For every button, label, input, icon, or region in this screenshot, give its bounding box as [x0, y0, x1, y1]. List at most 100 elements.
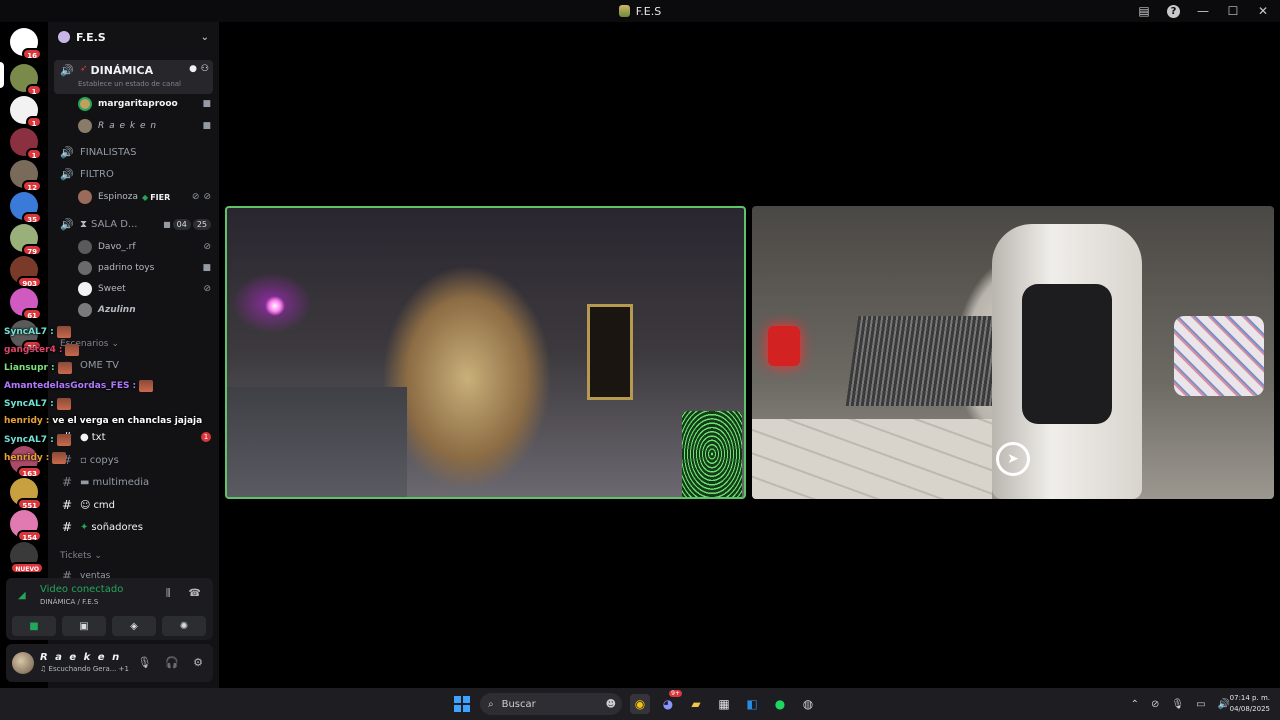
- server-badge: 903: [17, 276, 42, 288]
- server-icon[interactable]: 35: [10, 192, 42, 224]
- speaker-icon: 🔊: [60, 145, 74, 159]
- server-icon[interactable]: NUEVO: [10, 542, 44, 574]
- windows-icon: [454, 696, 470, 712]
- activities-button[interactable]: ◈: [112, 616, 156, 636]
- document-icon: ▫: [80, 454, 87, 466]
- chevron-up-icon[interactable]: ⌃: [1131, 699, 1139, 710]
- file-explorer-icon[interactable]: ▰: [686, 694, 706, 714]
- channel-cmd[interactable]: # ☺ cmd: [48, 497, 219, 513]
- voice-channel-finalistas[interactable]: 🔊 FINALISTAS: [48, 144, 219, 160]
- voice-status-title[interactable]: Video conectado: [40, 584, 123, 595]
- voice-user[interactable]: Sweet ⊘: [48, 281, 219, 297]
- avatar: [78, 97, 92, 111]
- chat-separator: :: [132, 381, 137, 391]
- camera-icon: ■: [202, 99, 211, 109]
- close-button[interactable]: ✕: [1256, 4, 1270, 18]
- add-user-icon[interactable]: ⚇: [201, 64, 209, 74]
- microphone-icon[interactable]: 🎙: [137, 656, 151, 669]
- voice-user[interactable]: Azulinn: [48, 302, 219, 318]
- server-icon[interactable]: 1: [10, 64, 42, 96]
- volume-icon[interactable]: 🔊: [1218, 699, 1230, 710]
- server-header[interactable]: F.E.S ⌄: [48, 22, 219, 52]
- mic-muted-icon: ⊘: [203, 242, 211, 252]
- inbox-icon[interactable]: ▤: [1137, 4, 1151, 18]
- server-icon[interactable]: 551: [10, 478, 42, 510]
- video-tile[interactable]: ➤: [752, 206, 1274, 499]
- video-scene: [1174, 316, 1264, 396]
- maximize-button[interactable]: ☐: [1226, 4, 1240, 18]
- voice-status-subtitle[interactable]: DINÁMICA / F.E.S: [40, 598, 98, 606]
- video-scene: [265, 296, 285, 316]
- chat-bubble-icon[interactable]: ●: [189, 64, 197, 74]
- server-icon[interactable]: 1: [10, 96, 42, 128]
- store-icon[interactable]: ▦: [714, 694, 734, 714]
- spotify-icon[interactable]: ●: [770, 694, 790, 714]
- noise-suppression-icon[interactable]: ⫼: [166, 588, 171, 599]
- display-icon[interactable]: ▭: [1196, 699, 1205, 710]
- server-icon[interactable]: 61: [10, 288, 42, 320]
- play-icon[interactable]: ➤: [996, 442, 1030, 476]
- screen-share-button[interactable]: ▣: [62, 616, 106, 636]
- voice-user[interactable]: margaritaprooo ■: [48, 96, 219, 112]
- channel-multimedia[interactable]: # ▬ multimedia: [48, 474, 219, 490]
- category-tickets[interactable]: Tickets ⌄: [48, 550, 219, 562]
- server-icon[interactable]: 1: [10, 128, 42, 160]
- disconnect-icon[interactable]: ☎: [189, 588, 201, 599]
- video-scene: [768, 326, 800, 366]
- voice-channel-filtro[interactable]: 🔊 FILTRO: [48, 166, 219, 182]
- discord-icon[interactable]: ◕ 9+: [658, 690, 682, 714]
- server-icon[interactable]: 79: [10, 224, 42, 256]
- start-button[interactable]: [452, 694, 472, 714]
- microphone-icon[interactable]: 🎙: [1171, 699, 1184, 710]
- chevron-down-icon: ⌄: [111, 339, 120, 349]
- screen-share-icon: ▣: [79, 620, 89, 632]
- chrome-icon[interactable]: ◉: [630, 694, 650, 714]
- avatar[interactable]: [12, 652, 34, 674]
- server-badge: NUEVO: [10, 562, 44, 574]
- channel-status-placeholder[interactable]: Establece un estado de canal: [78, 80, 181, 88]
- channel-name: copys: [89, 454, 119, 466]
- camera-icon: ■: [163, 219, 171, 229]
- gear-icon[interactable]: ⚙: [193, 656, 203, 669]
- system-clock[interactable]: 07:14 p. m. 04/08/2025: [1230, 693, 1270, 715]
- chat-username: SyncAL7: [4, 327, 48, 337]
- chat-separator: :: [58, 345, 63, 355]
- signal-icon: ◢: [18, 590, 26, 601]
- channel-name: txt: [91, 431, 106, 443]
- server-icon[interactable]: 16: [10, 28, 42, 60]
- voice-user[interactable]: padrino toys ■: [48, 260, 219, 276]
- server-boost-icon: [58, 31, 70, 43]
- help-icon[interactable]: ?: [1167, 4, 1180, 18]
- search-placeholder: Buscar: [501, 698, 536, 710]
- taskbar-search[interactable]: ⌕ Buscar ☻: [480, 693, 622, 715]
- server-icon[interactable]: 12: [10, 160, 42, 192]
- voice-user[interactable]: R a e k e n ■: [48, 118, 219, 134]
- outlook-icon[interactable]: ◧: [742, 694, 762, 714]
- voice-channel-dinamica[interactable]: 🔊 ➶ DINÁMICA ● ⚇ Establece un estado de …: [54, 60, 213, 94]
- notifications-off-icon[interactable]: ⊘: [1151, 699, 1159, 710]
- minimize-button[interactable]: —: [1196, 4, 1210, 18]
- app-icon[interactable]: ◍: [798, 694, 818, 714]
- music-note-icon: ♫: [40, 665, 47, 673]
- soundboard-button[interactable]: ✺: [162, 616, 206, 636]
- chat-separator: :: [45, 416, 50, 426]
- chevron-down-icon[interactable]: ⌄: [201, 32, 209, 43]
- voice-channel-sala[interactable]: 🔊 ⧗ SALA D... ■ 04 25: [48, 216, 219, 232]
- voice-user[interactable]: Espinoza FIER ⊘ ⊘: [48, 189, 219, 205]
- channel-txt[interactable]: # ● txt 1: [48, 429, 219, 445]
- video-scene: [587, 304, 633, 400]
- video-tile-speaking[interactable]: [225, 206, 746, 499]
- server-badge: 12: [22, 180, 42, 192]
- channel-sonadores[interactable]: # ✦ soñadores: [48, 519, 219, 535]
- server-icon[interactable]: 903: [10, 256, 42, 288]
- chat-username: SyncAL7: [4, 435, 48, 445]
- chat-separator: :: [50, 327, 54, 337]
- voice-user-name: R a e k e n: [98, 121, 158, 131]
- channel-ome-tv[interactable]: ◎ OME TV: [48, 357, 219, 373]
- taskbar: ⌕ Buscar ☻ ◉ ◕ 9+ ▰ ▦ ◧ ● ◍ ⌃ ⊘ 🎙 ▭ 🔊 07…: [0, 688, 1280, 720]
- server-icon[interactable]: 154: [10, 510, 42, 542]
- headphones-icon[interactable]: 🎧: [165, 656, 179, 669]
- voice-user[interactable]: Davo_.rf ⊘: [48, 239, 219, 255]
- camera-button[interactable]: ■: [12, 616, 56, 636]
- channel-copys[interactable]: # ▫ copys: [48, 452, 219, 468]
